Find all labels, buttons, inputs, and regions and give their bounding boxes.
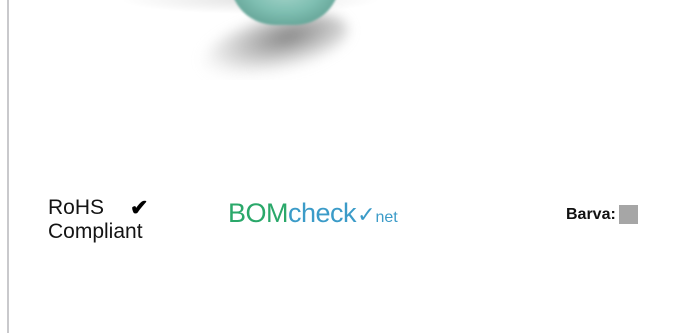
bomcheck-logo-check: check [288, 198, 357, 228]
bomcheck-logo-bom: BOM [228, 198, 289, 228]
bomcheck-tick-icon: ✓ [357, 202, 376, 227]
checkmark-icon: ✔ [130, 195, 149, 220]
color-label: Barva: [566, 205, 616, 223]
rohs-compliant-label: Compliant [48, 220, 143, 243]
rohs-label: RoHS [48, 196, 105, 219]
product-image [100, 0, 380, 80]
bomcheck-logo[interactable]: BOM check ✓ net [228, 198, 398, 229]
color-swatch[interactable] [618, 205, 638, 224]
rohs-compliant-badge: RoHS ✔ Compliant [48, 196, 148, 244]
color-field: Barva: [566, 205, 638, 224]
left-divider [7, 0, 9, 333]
bomcheck-logo-net: net [375, 209, 398, 226]
product-detail-panel: RoHS ✔ Compliant BOM check ✓ net Barva: [0, 0, 682, 333]
